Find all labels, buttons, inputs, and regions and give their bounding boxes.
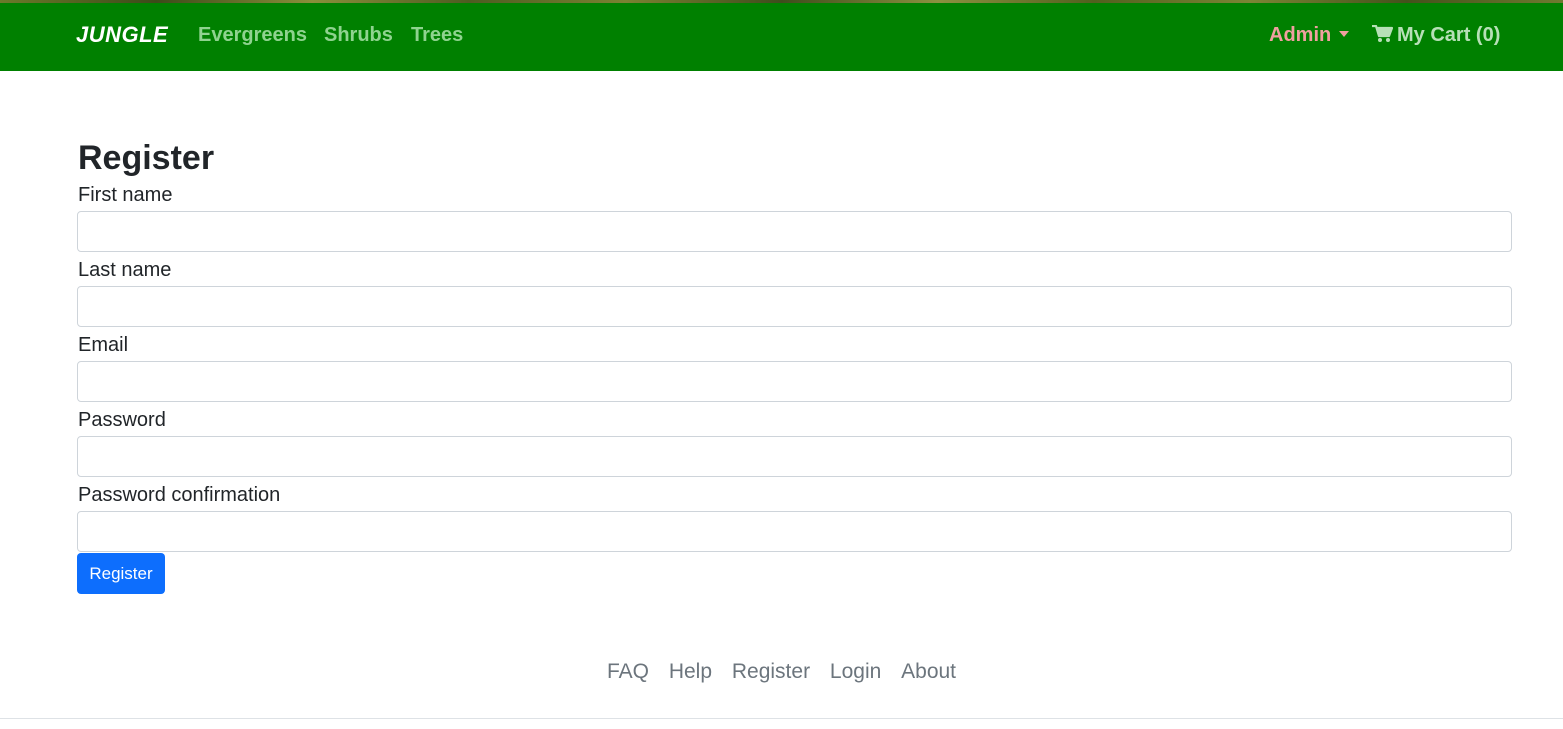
last-name-input[interactable] — [77, 286, 1512, 327]
cart-label: My Cart (0) — [1397, 24, 1501, 46]
first-name-input[interactable] — [77, 211, 1512, 252]
email-input[interactable] — [77, 361, 1512, 402]
top-navbar: JUNGLE Evergreens Shrubs Trees Admin My … — [0, 3, 1563, 71]
nav-link-trees[interactable]: Trees — [411, 24, 463, 47]
nav-link-shrubs[interactable]: Shrubs — [324, 24, 393, 47]
admin-label: Admin — [1269, 24, 1332, 46]
footer-link-login[interactable]: Login — [830, 660, 881, 684]
email-label: Email — [78, 334, 129, 356]
brand-logo[interactable]: JUNGLE — [76, 22, 168, 48]
caret-down-icon — [1339, 31, 1350, 37]
nav-link-evergreens[interactable]: Evergreens — [198, 24, 307, 47]
password-label: Password — [78, 409, 166, 431]
admin-dropdown-toggle[interactable]: Admin — [1269, 24, 1350, 47]
last-name-field-group: Last name — [77, 257, 1512, 327]
password-input[interactable] — [77, 436, 1512, 477]
footer-link-help[interactable]: Help — [669, 660, 712, 684]
page-title: Register — [78, 139, 215, 177]
footer-divider — [0, 718, 1563, 719]
password-confirmation-label: Password confirmation — [78, 484, 281, 506]
footer-link-faq[interactable]: FAQ — [607, 660, 649, 684]
footer-link-about[interactable]: About — [901, 660, 956, 684]
password-confirmation-field-group: Password confirmation — [77, 482, 1512, 552]
password-field-group: Password — [77, 407, 1512, 477]
password-confirmation-input[interactable] — [77, 511, 1512, 552]
register-submit-button[interactable]: Register — [77, 553, 165, 594]
footer-nav: FAQ Help Register Login About — [0, 660, 1563, 684]
my-cart-link[interactable]: My Cart (0) — [1372, 24, 1500, 47]
first-name-field-group: First name — [77, 182, 1512, 252]
register-form-container: Register First name Last name Email Pass… — [77, 134, 1512, 594]
shopping-cart-icon — [1372, 25, 1393, 42]
footer-link-register[interactable]: Register — [732, 660, 810, 684]
last-name-label: Last name — [78, 259, 172, 281]
first-name-label: First name — [78, 184, 173, 206]
email-field-group: Email — [77, 332, 1512, 402]
